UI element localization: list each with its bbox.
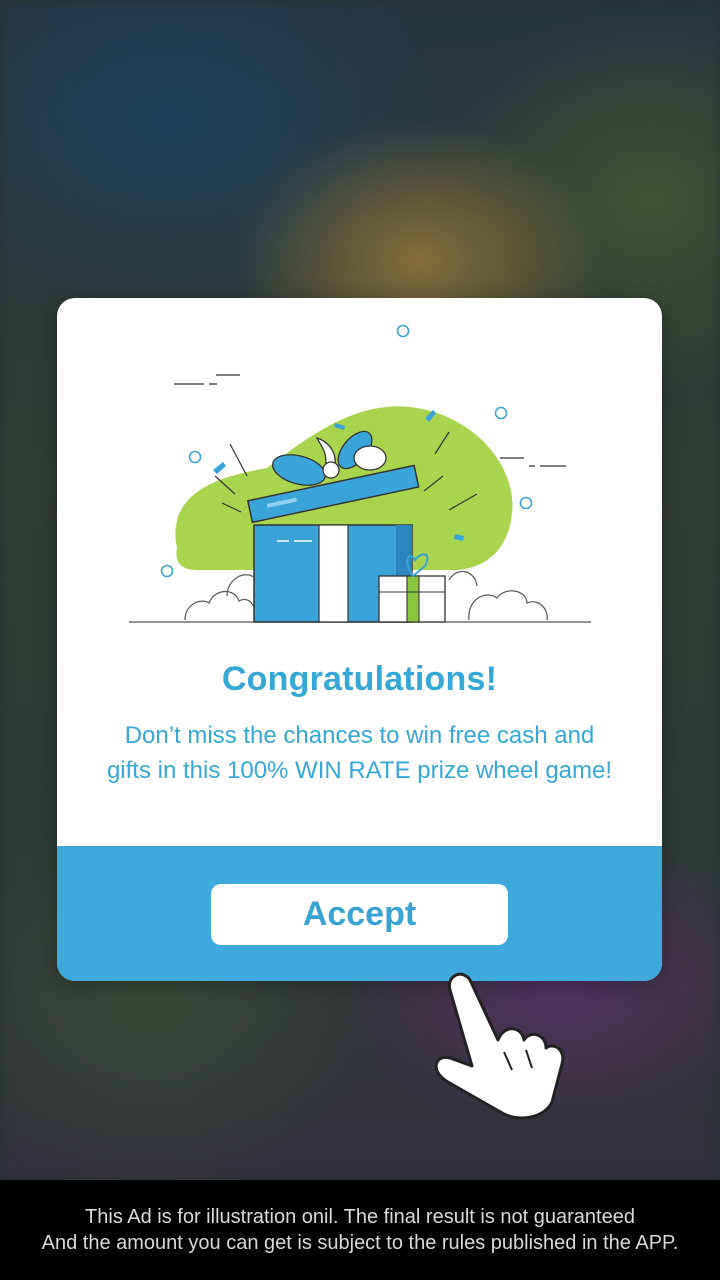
dialog-footer: Accept bbox=[57, 846, 662, 981]
dialog-message: Don’t miss the chances to win free cash … bbox=[106, 722, 613, 784]
accept-button[interactable]: Accept bbox=[211, 884, 508, 945]
ad-disclaimer: This Ad is for illustration onil. The fi… bbox=[0, 1180, 720, 1280]
disclaimer-line-2: And the amount you can get is subject to… bbox=[41, 1232, 679, 1254]
dialog-title: Congratulations! bbox=[221, 660, 498, 698]
gift-box-illustration bbox=[129, 324, 591, 623]
reward-dialog: Congratulations! Don’t miss the chances … bbox=[57, 298, 662, 981]
disclaimer-line-1: This Ad is for illustration onil. The fi… bbox=[85, 1206, 635, 1228]
pointing-hand-icon bbox=[434, 972, 565, 1120]
